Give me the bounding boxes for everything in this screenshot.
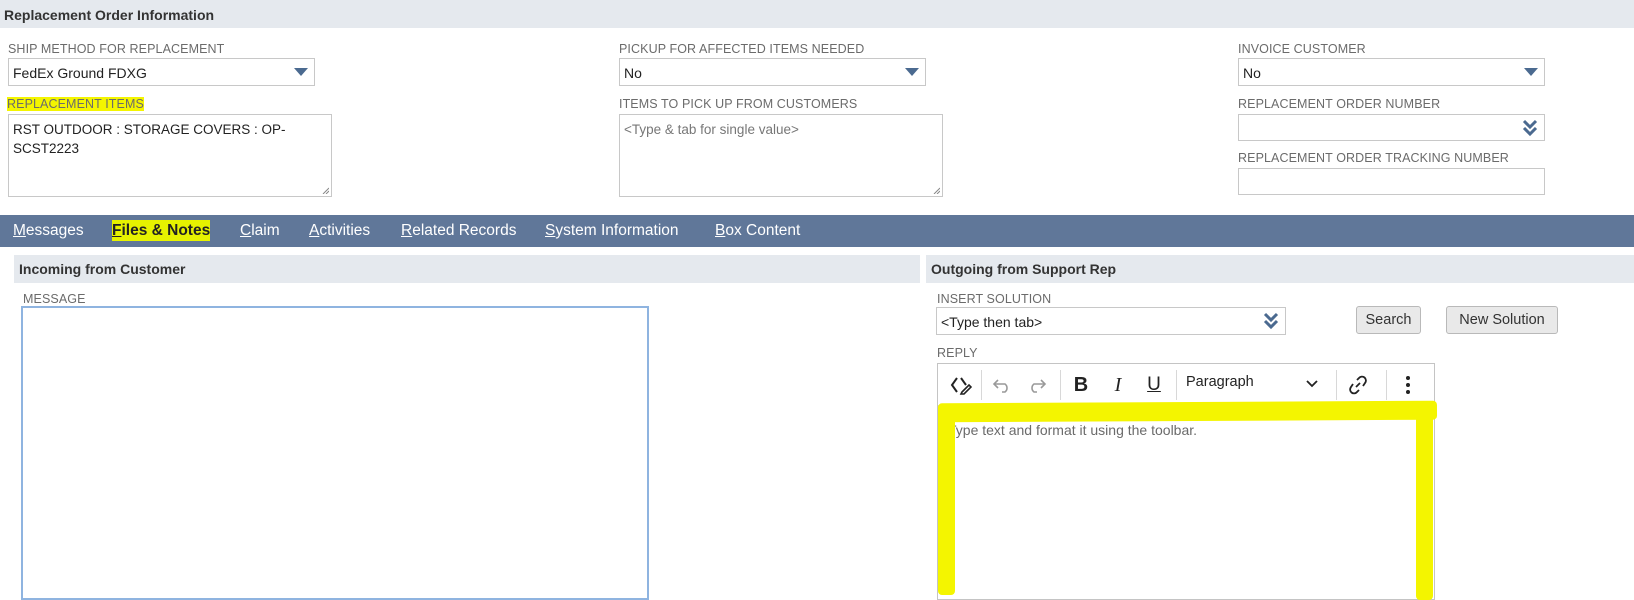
tab-claim[interactable]: Claim	[240, 222, 280, 240]
highlight-stroke	[938, 410, 955, 595]
replacement-order-number-select[interactable]	[1238, 114, 1545, 141]
insert-solution-select[interactable]: <Type then tab>	[936, 307, 1286, 335]
double-chevron-down-icon	[1263, 312, 1279, 330]
toolbar-divider	[981, 370, 982, 400]
link-icon[interactable]	[1344, 371, 1372, 399]
replacement-order-number-label: REPLACEMENT ORDER NUMBER	[1238, 97, 1441, 111]
incoming-header: Incoming from Customer	[14, 255, 920, 283]
toolbar-divider	[1176, 370, 1177, 400]
reply-label: REPLY	[937, 346, 978, 360]
tab-activities[interactable]: Activities	[309, 222, 370, 240]
replacement-items-textarea[interactable]: RST OUTDOOR : STORAGE COVERS : OP-SCST22…	[8, 114, 332, 197]
search-button[interactable]: Search	[1356, 306, 1421, 334]
paragraph-format-select[interactable]: Paragraph	[1186, 374, 1326, 396]
tab-files-notes[interactable]: Files & Notes	[112, 220, 211, 241]
invoice-customer-value: No	[1243, 65, 1261, 81]
more-vertical-icon[interactable]	[1394, 371, 1422, 399]
pickup-needed-label: PICKUP FOR AFFECTED ITEMS NEEDED	[619, 42, 865, 56]
insert-solution-placeholder: <Type then tab>	[941, 314, 1043, 330]
tab-system-information[interactable]: System Information	[545, 222, 679, 240]
tab-bar: Messages Files & Notes Claim Activities …	[0, 215, 1634, 247]
source-code-icon[interactable]	[947, 371, 975, 399]
pickup-needed-value: No	[624, 65, 642, 81]
caret-down-icon	[1524, 68, 1538, 76]
invoice-customer-label: INVOICE CUSTOMER	[1238, 42, 1366, 56]
resize-grip-icon[interactable]	[321, 186, 329, 194]
invoice-customer-select[interactable]: No	[1238, 58, 1545, 86]
replacement-items-value: RST OUTDOOR : STORAGE COVERS : OP-SCST22…	[13, 122, 286, 156]
redo-icon[interactable]	[1023, 371, 1051, 399]
chevron-down-icon	[1306, 380, 1318, 388]
replacement-order-tracking-input[interactable]	[1238, 168, 1545, 195]
ship-method-value: FedEx Ground FDXG	[13, 65, 147, 81]
caret-down-icon	[905, 68, 919, 76]
items-to-pickup-textarea[interactable]: <Type & tab for single value>	[619, 114, 943, 197]
items-to-pickup-label: ITEMS TO PICK UP FROM CUSTOMERS	[619, 97, 858, 111]
replacement-items-label: REPLACEMENT ITEMS	[7, 97, 144, 111]
toolbar-divider	[1386, 370, 1387, 400]
toolbar-divider	[1060, 370, 1061, 400]
bold-icon[interactable]: B	[1067, 371, 1095, 399]
highlight-stroke	[937, 400, 1438, 423]
italic-icon[interactable]: I	[1104, 371, 1132, 399]
new-solution-button[interactable]: New Solution	[1446, 306, 1558, 334]
pickup-needed-select[interactable]: No	[619, 58, 926, 86]
reply-editor: B I U Paragraph Type text and format it …	[937, 363, 1435, 600]
editor-placeholder: Type text and format it using the toolba…	[948, 422, 1198, 438]
message-label: MESSAGE	[23, 292, 86, 306]
ship-method-select[interactable]: FedEx Ground FDXG	[8, 58, 315, 86]
tab-box-content[interactable]: Box Content	[715, 222, 800, 240]
outgoing-header: Outgoing from Support Rep	[926, 255, 1634, 283]
undo-icon[interactable]	[988, 371, 1016, 399]
insert-solution-label: INSERT SOLUTION	[937, 292, 1052, 306]
ship-method-label: SHIP METHOD FOR REPLACEMENT	[8, 42, 225, 56]
tab-messages[interactable]: Messages	[13, 222, 84, 240]
caret-down-icon	[294, 68, 308, 76]
items-to-pickup-placeholder: <Type & tab for single value>	[624, 122, 799, 137]
tab-related-records[interactable]: Related Records	[401, 222, 516, 240]
editor-body[interactable]: Type text and format it using the toolba…	[938, 406, 1434, 599]
section-title: Replacement Order Information	[0, 0, 1634, 28]
double-chevron-down-icon	[1522, 119, 1538, 137]
editor-toolbar: B I U Paragraph	[938, 364, 1434, 406]
highlight-stroke	[1416, 410, 1433, 600]
message-textarea[interactable]	[21, 306, 649, 600]
paragraph-format-value: Paragraph	[1186, 374, 1254, 390]
underline-icon[interactable]: U	[1140, 371, 1168, 399]
toolbar-divider	[1336, 370, 1337, 400]
replacement-order-tracking-label: REPLACEMENT ORDER TRACKING NUMBER	[1238, 151, 1509, 165]
resize-grip-icon[interactable]	[932, 186, 940, 194]
